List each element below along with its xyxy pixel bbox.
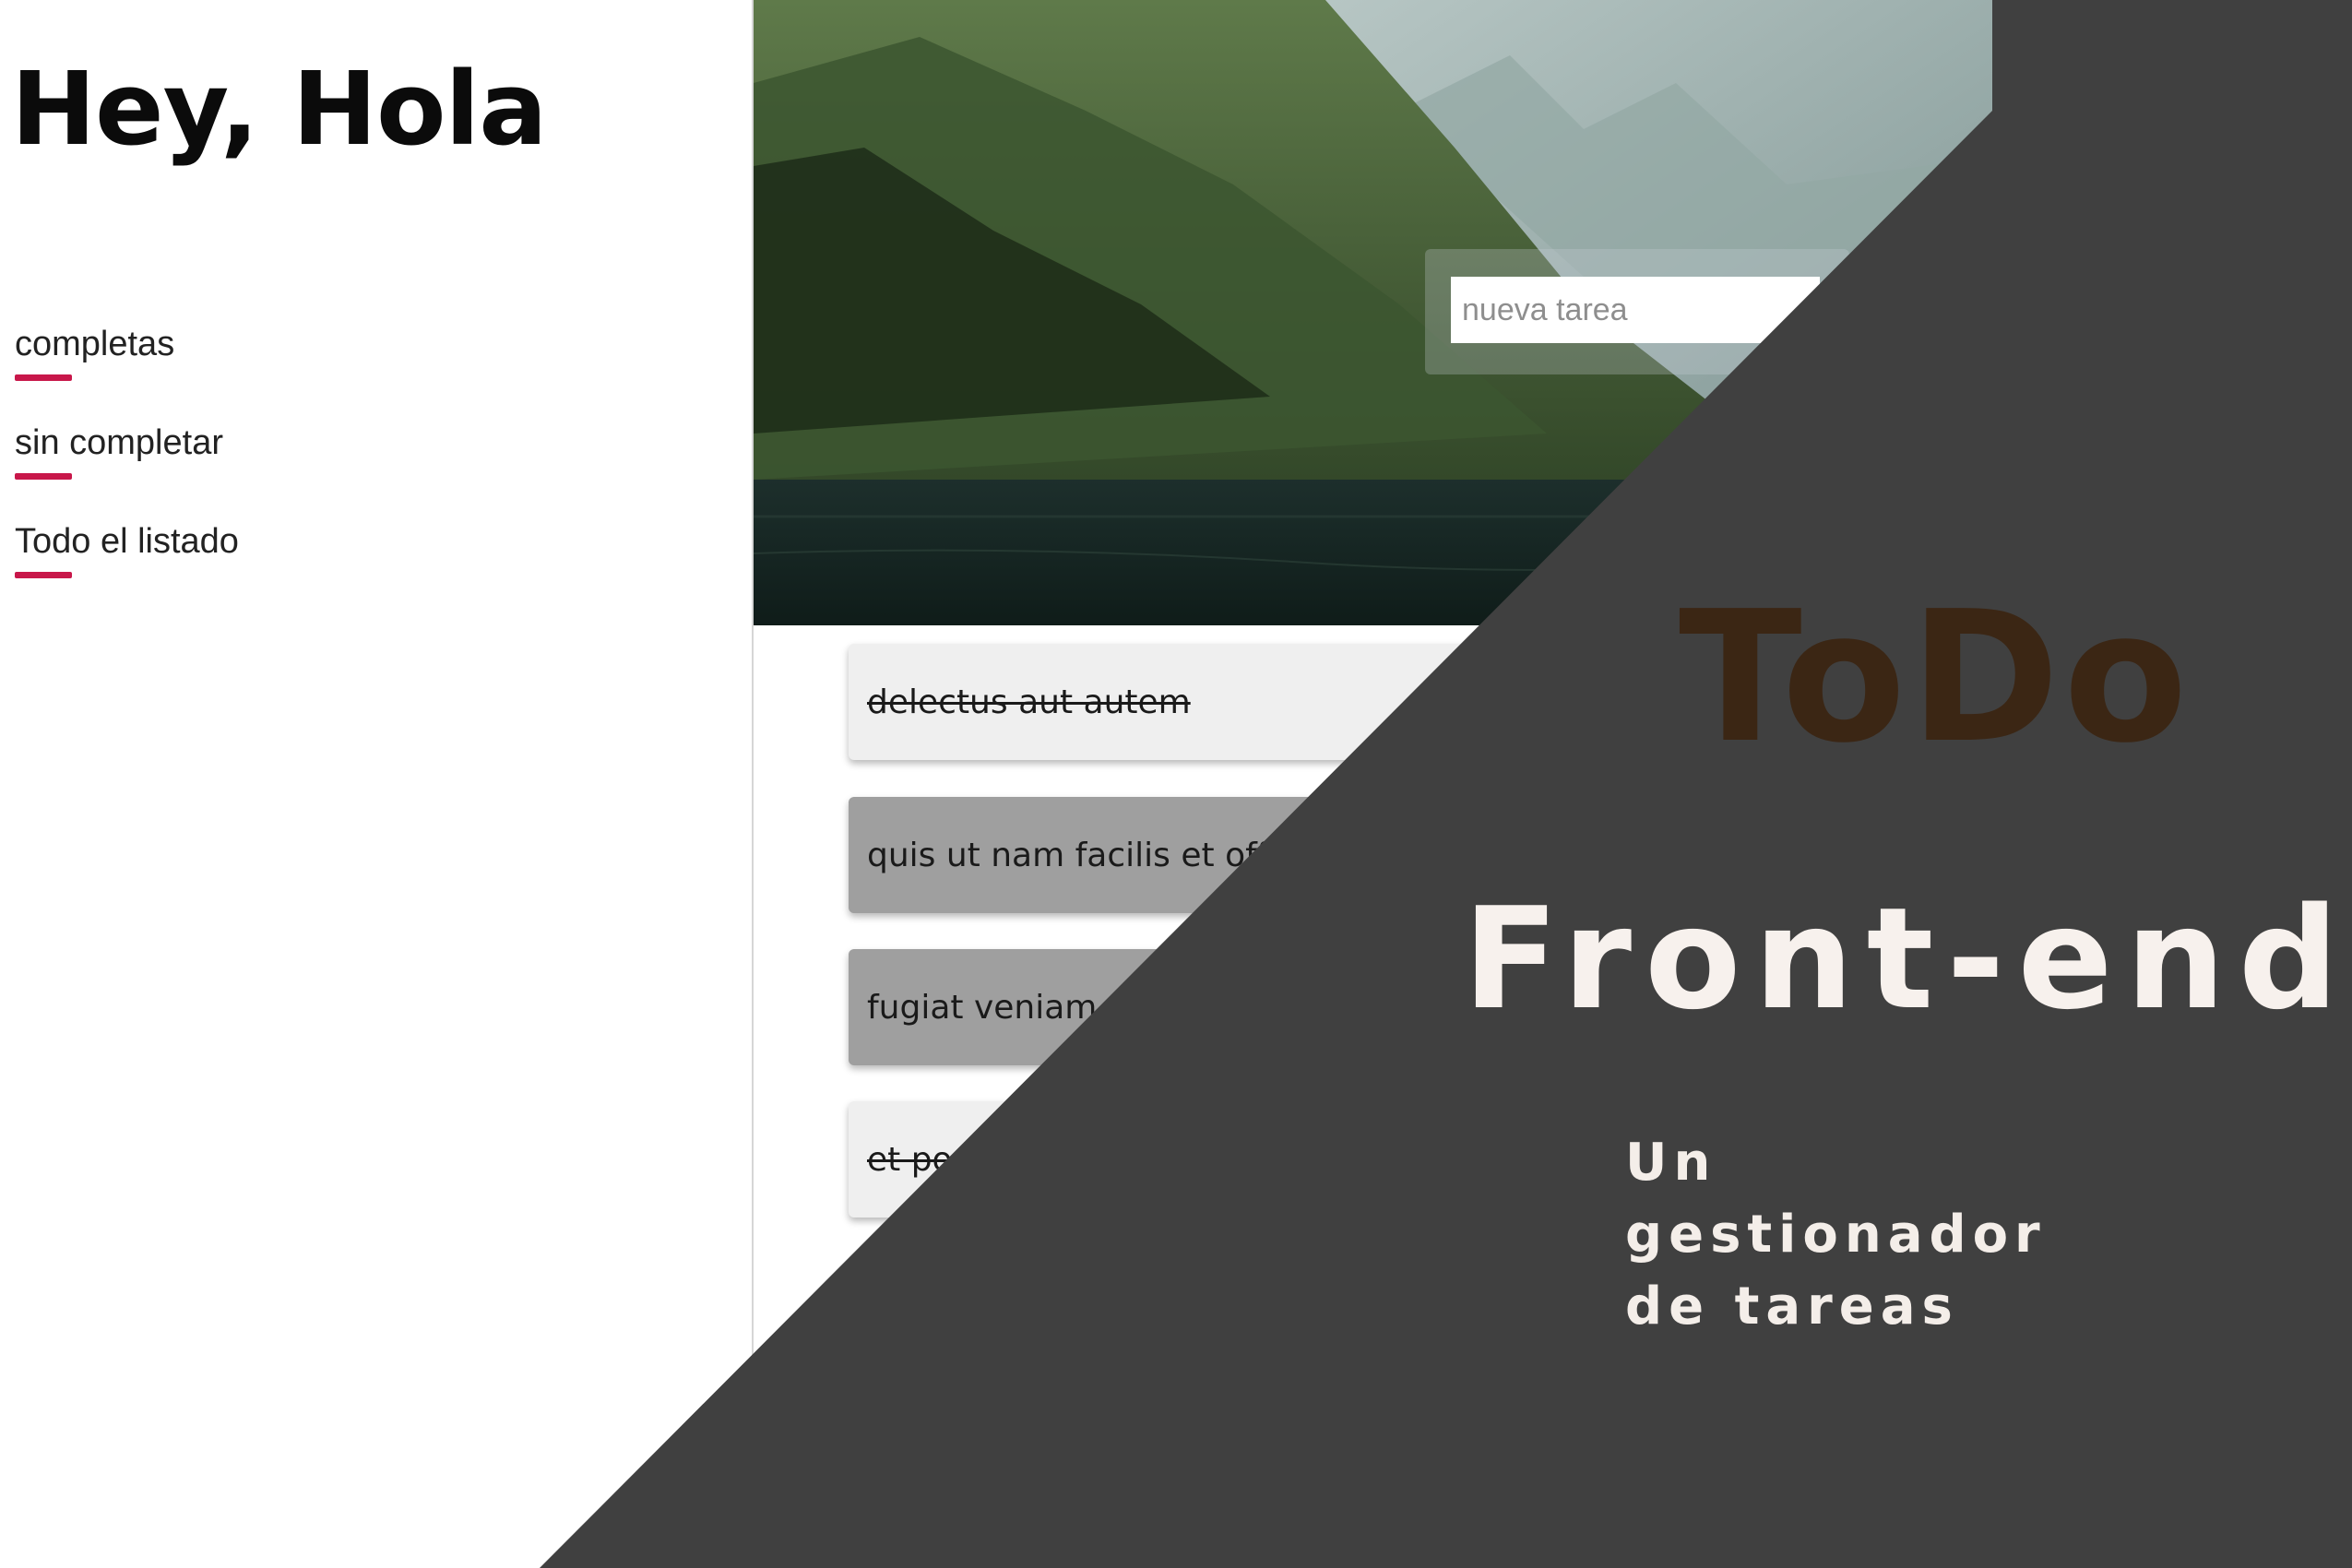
- hero-landscape-image: [754, 0, 1992, 625]
- task-text: et porro tempora: [867, 1140, 1151, 1179]
- filter-completed-label[interactable]: completas: [15, 323, 239, 365]
- filter-underline: [15, 572, 72, 578]
- filter-all-label[interactable]: Todo el listado: [15, 520, 239, 563]
- filter-completed[interactable]: completas: [15, 323, 239, 422]
- promo-title: ToDo: [1679, 573, 2192, 783]
- filter-pending-label[interactable]: sin completar: [15, 422, 239, 464]
- promo-subtitle: Front-end: [1463, 877, 2352, 1040]
- new-task-form: [1425, 249, 1849, 374]
- task-text: delectus aut autem: [867, 683, 1191, 721]
- task-text: fugiat veniam minus: [867, 988, 1209, 1027]
- filter-all[interactable]: Todo el listado: [15, 520, 239, 619]
- promo-tagline: Un gestionador de tareas: [1625, 1133, 2047, 1336]
- sidebar: Hey, Hola completas sin completar Todo e…: [0, 0, 752, 1568]
- filter-pending[interactable]: sin completar: [15, 422, 239, 520]
- greeting-title: Hey, Hola: [11, 50, 547, 168]
- filter-underline: [15, 374, 72, 381]
- task-text: quis ut nam facilis et officia qui: [867, 836, 1387, 874]
- filter-nav: completas sin completar Todo el listado: [15, 323, 239, 619]
- filter-underline: [15, 473, 72, 480]
- new-task-input[interactable]: [1451, 277, 1820, 343]
